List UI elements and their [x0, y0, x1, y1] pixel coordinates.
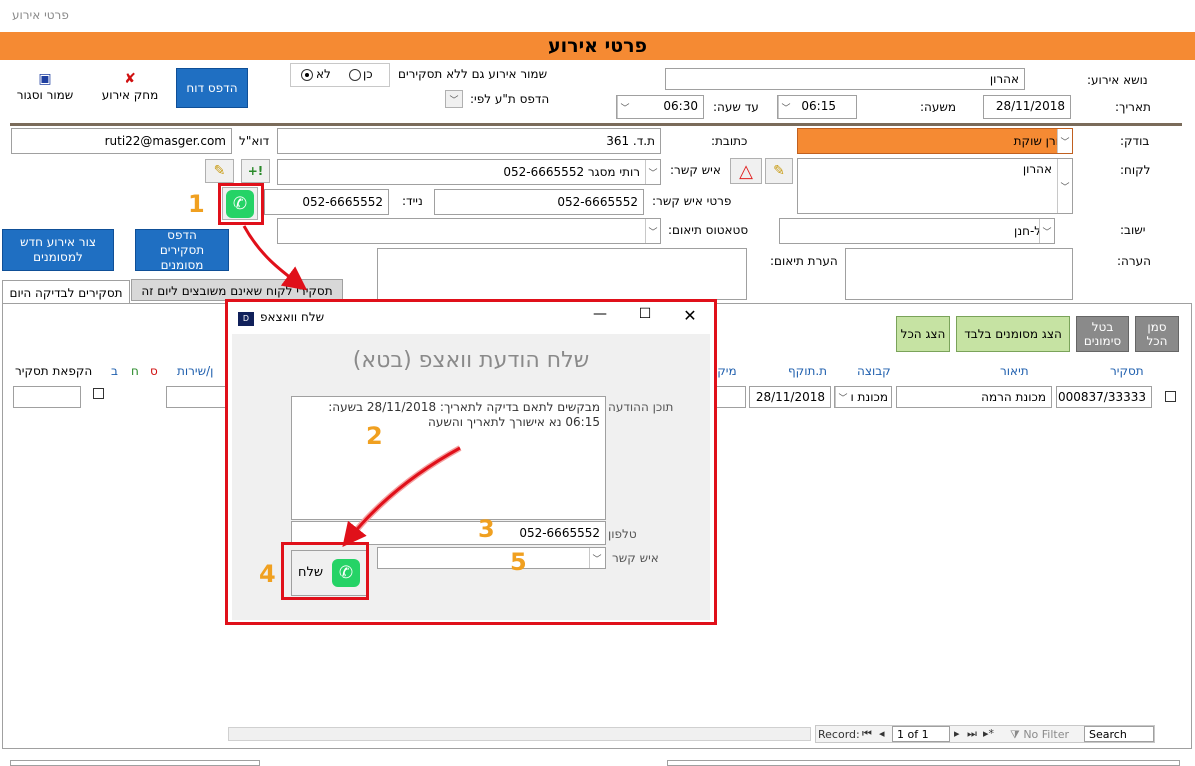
annotation-number-5: 5	[510, 548, 527, 576]
annotation-number-1: 1	[188, 190, 205, 218]
annotation-arrows	[242, 225, 462, 548]
annotation-number-3: 3	[478, 515, 495, 543]
arrow-1-to-dialog	[242, 225, 308, 291]
arrow-2-to-phone-core	[342, 446, 461, 548]
annotation-number-4: 4	[259, 560, 276, 588]
arrow-2-to-phone	[345, 445, 462, 542]
annotation-number-2: 2	[366, 422, 383, 450]
